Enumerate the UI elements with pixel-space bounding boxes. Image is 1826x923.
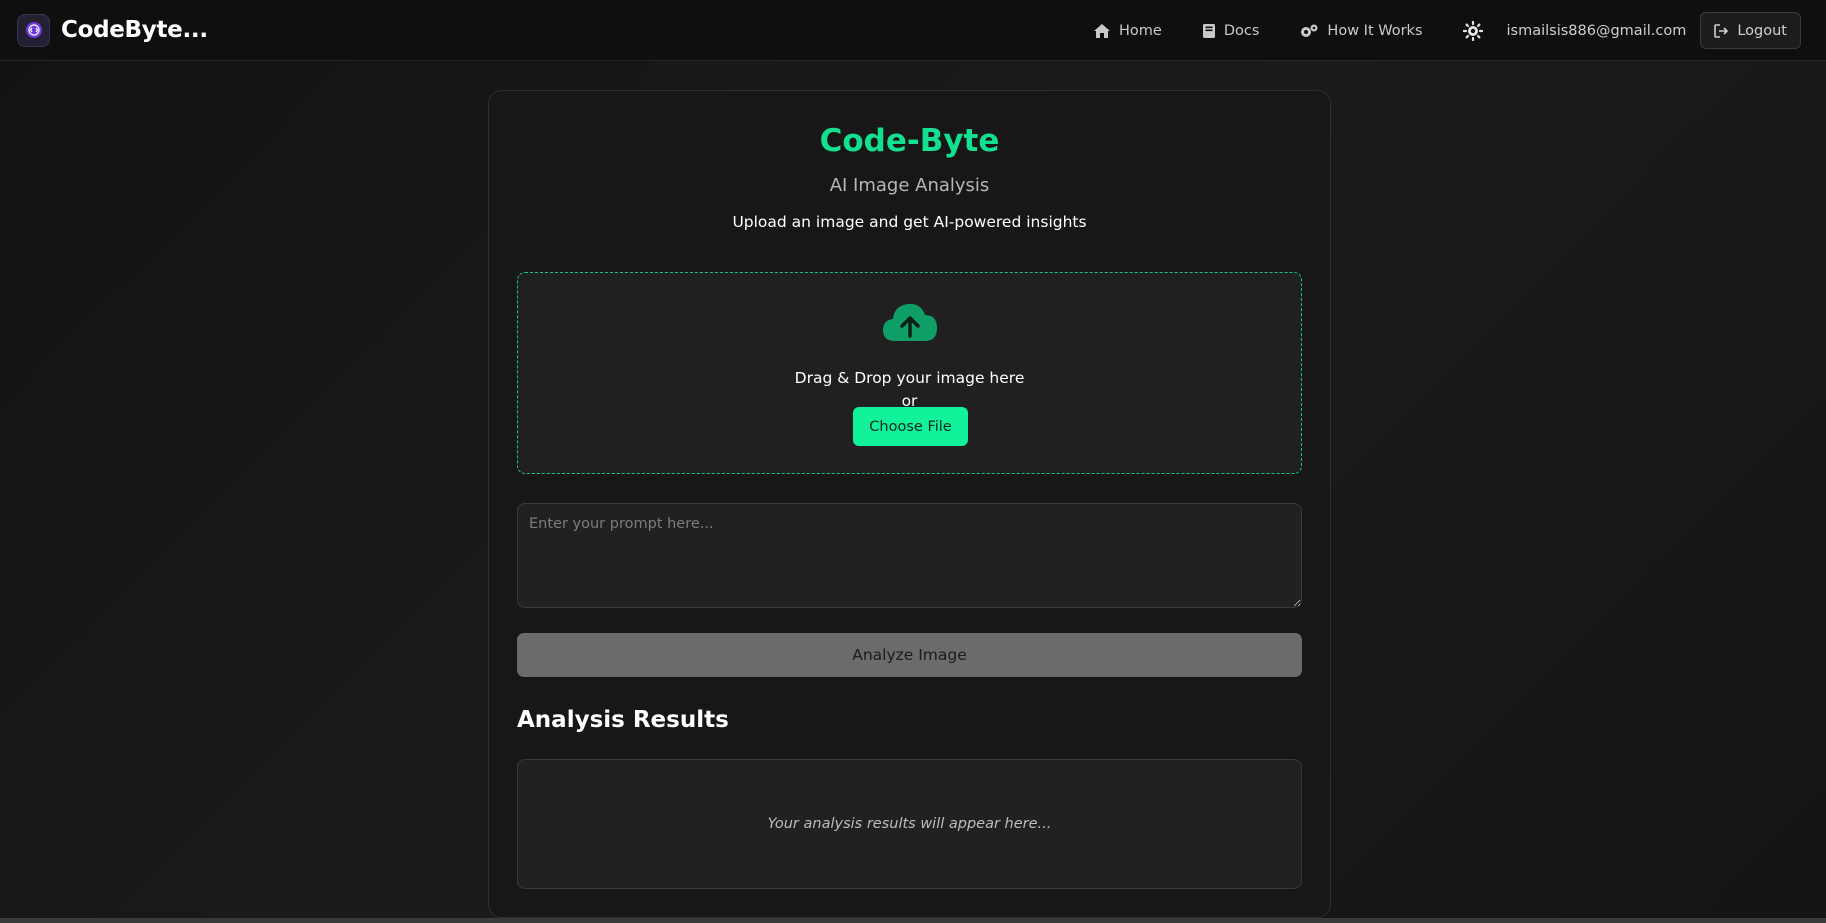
results-panel: Your analysis results will appear here..…: [517, 759, 1302, 889]
book-icon: [1202, 23, 1215, 38]
page-title: Code-Byte: [819, 123, 1000, 159]
cloud-upload-icon: [883, 303, 937, 341]
page-subtitle: AI Image Analysis: [829, 175, 990, 196]
sun-icon: [1462, 20, 1483, 41]
brand[interactable]: CodeByte...: [17, 13, 208, 47]
results-placeholder: Your analysis results will appear here..…: [767, 816, 1052, 832]
nav-link-docs[interactable]: Docs: [1202, 22, 1260, 39]
code-logo-icon: [17, 13, 50, 47]
prompt-input[interactable]: [517, 503, 1302, 608]
logout-button[interactable]: Logout: [1700, 12, 1801, 49]
page-tagline: Upload an image and get AI-powered insig…: [732, 213, 1087, 231]
brand-name: CodeByte...: [61, 17, 208, 43]
nav-links: Home Docs How It Works ismailsis886@gmai…: [1093, 0, 1826, 61]
nav-link-label: Home: [1119, 22, 1162, 39]
theme-toggle-button[interactable]: [1462, 20, 1483, 41]
results-heading: Analysis Results: [517, 707, 729, 733]
nav-link-home[interactable]: Home: [1093, 23, 1162, 39]
nav-link-label: How It Works: [1327, 22, 1423, 39]
nav-link-how-it-works[interactable]: How It Works: [1299, 22, 1423, 39]
logout-label: Logout: [1737, 22, 1787, 39]
logout-icon: [1714, 23, 1729, 38]
navbar: CodeByte... Home Docs How It Works ismai…: [0, 0, 1826, 61]
image-dropzone[interactable]: Drag & Drop your image here or Choose Fi…: [517, 272, 1302, 474]
gears-icon: [1301, 24, 1318, 37]
analyze-image-button[interactable]: Analyze Image: [517, 633, 1302, 677]
nav-link-label: Docs: [1223, 22, 1260, 39]
analysis-card: Code-Byte AI Image Analysis Upload an im…: [488, 90, 1331, 918]
home-icon: [1094, 23, 1111, 38]
user-email: ismailsis886@gmail.com: [1506, 22, 1687, 39]
horizontal-scrollbar[interactable]: [0, 918, 1826, 923]
drop-instruction: Drag & Drop your image here: [794, 369, 1025, 387]
choose-file-button[interactable]: Choose File: [853, 407, 968, 446]
